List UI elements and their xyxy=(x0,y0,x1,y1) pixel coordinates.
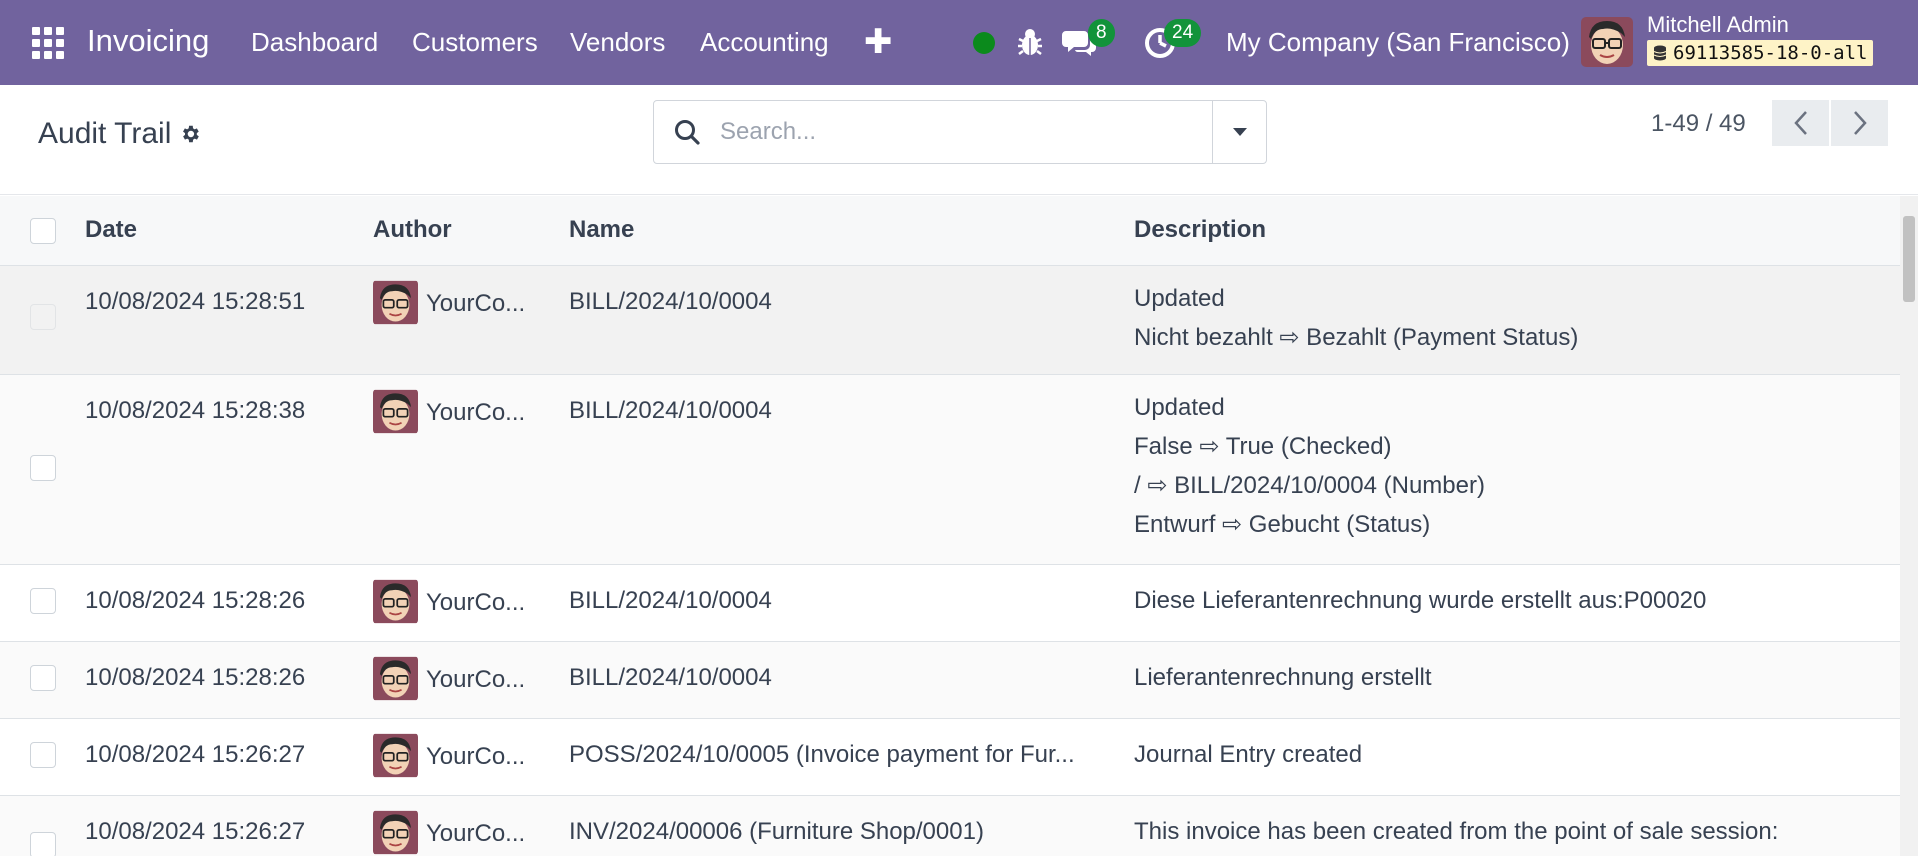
author-avatar xyxy=(373,280,418,325)
database-name: 69113585-18-0-all xyxy=(1673,42,1868,64)
table-row[interactable]: 10/08/2024 15:26:27 YourCo... POSS/2024/… xyxy=(0,719,1900,796)
row-checkbox[interactable] xyxy=(30,832,56,856)
column-header-description[interactable]: Description xyxy=(1134,216,1266,244)
column-header-author[interactable]: Author xyxy=(373,216,452,244)
row-date: 10/08/2024 15:28:51 xyxy=(85,288,306,315)
vertical-scrollbar[interactable] xyxy=(1900,196,1918,856)
column-header-date[interactable]: Date xyxy=(85,216,137,244)
table-row[interactable]: 10/08/2024 15:28:26 YourCo... BILL/2024/… xyxy=(0,642,1900,719)
author-avatar xyxy=(373,656,418,701)
row-author: YourCo... xyxy=(426,290,526,317)
author-avatar xyxy=(373,579,418,624)
search-icon[interactable] xyxy=(654,101,720,163)
row-author: YourCo... xyxy=(426,666,526,693)
app-name[interactable]: Invoicing xyxy=(87,23,209,59)
bug-icon[interactable] xyxy=(1017,27,1043,57)
pager-previous-button[interactable] xyxy=(1772,100,1829,146)
company-switcher[interactable]: My Company (San Francisco) xyxy=(1226,27,1570,58)
menu-vendors[interactable]: Vendors xyxy=(570,27,665,58)
breadcrumb: Audit Trail xyxy=(38,117,201,151)
row-date: 10/08/2024 15:26:27 xyxy=(85,741,306,768)
row-date: 10/08/2024 15:28:26 xyxy=(85,587,306,614)
description-line: Updated xyxy=(1134,285,1225,312)
row-author: YourCo... xyxy=(426,743,526,770)
scrollbar-thumb[interactable] xyxy=(1903,216,1915,302)
row-author: YourCo... xyxy=(426,399,526,426)
chevron-left-icon xyxy=(1793,111,1807,135)
row-checkbox[interactable] xyxy=(30,304,56,330)
row-author: YourCo... xyxy=(426,820,526,847)
online-status-icon[interactable] xyxy=(973,32,995,54)
top-navbar: Invoicing Dashboard Customers Vendors Ac… xyxy=(0,0,1918,85)
row-date: 10/08/2024 15:28:26 xyxy=(85,664,306,691)
row-name: BILL/2024/10/0004 xyxy=(569,288,772,315)
plus-icon[interactable]: ✚ xyxy=(864,22,893,62)
search-bar xyxy=(653,100,1267,164)
pager-value[interactable]: 1-49 / 49 xyxy=(1651,110,1746,138)
row-date: 10/08/2024 15:26:27 xyxy=(85,818,306,845)
row-description: This invoice has been created from the p… xyxy=(1134,818,1779,845)
description-line: Updated xyxy=(1134,394,1225,421)
apps-menu-icon[interactable] xyxy=(32,27,64,59)
row-checkbox[interactable] xyxy=(30,665,56,691)
messages-count-badge: 8 xyxy=(1088,19,1115,47)
row-name: INV/2024/00006 (Furniture Shop/0001) xyxy=(569,818,984,845)
pager-next-button[interactable] xyxy=(1831,100,1888,146)
user-avatar-image xyxy=(1581,17,1633,67)
description-line: / ⇨ BILL/2024/10/0004 (Number) xyxy=(1134,472,1485,499)
row-name: BILL/2024/10/0004 xyxy=(569,587,772,614)
chevron-right-icon xyxy=(1853,111,1867,135)
table-row[interactable]: 10/08/2024 15:26:27 YourCo... INV/2024/0… xyxy=(0,796,1900,856)
table-header: Date Author Name Description xyxy=(0,196,1900,266)
row-checkbox[interactable] xyxy=(30,742,56,768)
audit-trail-list: Date Author Name Description 10/08/2024 … xyxy=(0,196,1900,856)
search-options-toggle[interactable] xyxy=(1212,101,1266,163)
row-date: 10/08/2024 15:28:38 xyxy=(85,397,306,424)
menu-customers[interactable]: Customers xyxy=(412,27,538,58)
control-panel: Audit Trail 1-49 / 49 xyxy=(0,85,1918,195)
row-name: BILL/2024/10/0004 xyxy=(569,397,772,424)
row-checkbox[interactable] xyxy=(30,588,56,614)
database-icon xyxy=(1653,45,1667,61)
database-tag: 69113585-18-0-all xyxy=(1647,40,1874,66)
user-avatar[interactable] xyxy=(1581,17,1633,67)
row-name: BILL/2024/10/0004 xyxy=(569,664,772,691)
row-checkbox[interactable] xyxy=(30,455,56,481)
menu-dashboard[interactable]: Dashboard xyxy=(251,27,378,58)
row-name: POSS/2024/10/0005 (Invoice payment for F… xyxy=(569,741,1075,768)
row-description: Journal Entry created xyxy=(1134,741,1363,768)
author-avatar xyxy=(373,733,418,778)
user-name[interactable]: Mitchell Admin xyxy=(1647,12,1789,38)
row-description: Diese Lieferantenrechnung wurde erstellt… xyxy=(1134,587,1707,614)
table-row[interactable]: 10/08/2024 15:28:51 YourCo... BILL/2024/… xyxy=(0,266,1900,375)
description-line: Nicht bezahlt ⇨ Bezahlt (Payment Status) xyxy=(1134,324,1579,351)
row-description: Updated Nicht bezahlt ⇨ Bezahlt (Payment… xyxy=(1134,281,1578,359)
gear-icon[interactable] xyxy=(179,123,201,145)
menu-accounting[interactable]: Accounting xyxy=(700,27,829,58)
table-row[interactable]: 10/08/2024 15:28:26 YourCo... BILL/2024/… xyxy=(0,565,1900,642)
page-title: Audit Trail xyxy=(38,117,172,150)
description-line: False ⇨ True (Checked) xyxy=(1134,433,1392,460)
search-input[interactable] xyxy=(720,101,1212,163)
description-line: Entwurf ⇨ Gebucht (Status) xyxy=(1134,511,1431,538)
row-author: YourCo... xyxy=(426,589,526,616)
row-description: Updated False ⇨ True (Checked) / ⇨ BILL/… xyxy=(1134,390,1485,546)
caret-down-icon xyxy=(1232,128,1247,136)
author-avatar xyxy=(373,389,418,434)
row-description: Lieferantenrechnung erstellt xyxy=(1134,664,1432,691)
activities-count-badge: 24 xyxy=(1164,19,1202,47)
column-header-name[interactable]: Name xyxy=(569,216,634,244)
table-row[interactable]: 10/08/2024 15:28:38 YourCo... BILL/2024/… xyxy=(0,375,1900,565)
select-all-checkbox[interactable] xyxy=(30,218,56,244)
author-avatar xyxy=(373,810,418,855)
